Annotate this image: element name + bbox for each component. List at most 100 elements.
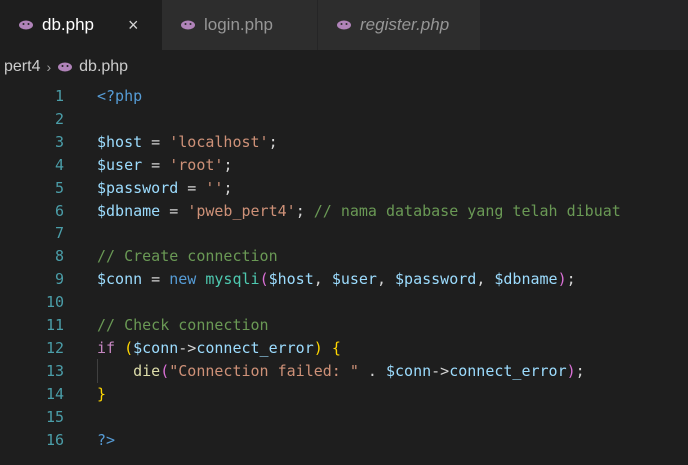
- code-token: }: [97, 384, 107, 403]
- code-token: $user: [331, 270, 377, 289]
- code-editor[interactable]: 1 <?php 2 3 $host = 'localhost'; 4 $user = 'ro…: [0, 84, 688, 465]
- code-token: ,: [313, 270, 332, 289]
- code-text: // Check connection: [97, 313, 269, 337]
- code-line[interactable]: 12 if ($conn->connect_error) {: [0, 336, 688, 360]
- code-line[interactable]: 2: [0, 107, 688, 131]
- line-number: 10: [45, 293, 64, 312]
- code-token: $conn: [97, 270, 143, 289]
- breadcrumb-file[interactable]: db.php: [79, 58, 128, 76]
- code-text: <?php: [97, 84, 142, 108]
- code-token: $password: [395, 270, 477, 289]
- code-text: die("Connection failed: " . $conn->conne…: [97, 359, 585, 383]
- code-token: $conn: [386, 361, 432, 380]
- line-number: 5: [54, 178, 64, 197]
- code-token: mysqli: [205, 270, 260, 289]
- line-number: 16: [45, 430, 64, 449]
- code-token: $dbname: [494, 270, 558, 289]
- code-token: =: [160, 201, 188, 220]
- code-line[interactable]: 6 $dbname = 'pweb_pert4'; // nama databas…: [0, 199, 688, 223]
- code-token: ;: [268, 132, 278, 151]
- code-token: ): [566, 361, 576, 380]
- code-token: (: [259, 270, 269, 289]
- tab-db-php[interactable]: db.php ×: [0, 0, 162, 50]
- line-number: 9: [54, 270, 64, 289]
- code-token: ;: [575, 361, 585, 380]
- breadcrumb: pert4 › db.php: [0, 50, 688, 84]
- code-text: $user = 'root';: [97, 153, 232, 177]
- line-number: 14: [45, 384, 64, 403]
- tab-login-php[interactable]: login.php: [162, 0, 317, 50]
- tab-bar: db.php × login.php register.php: [0, 0, 688, 50]
- code-line[interactable]: 15: [0, 405, 688, 429]
- code-token: host: [106, 132, 143, 151]
- code-token: =: [142, 270, 170, 289]
- line-number: 12: [45, 338, 64, 357]
- code-text: if ($conn->connect_error) {: [97, 336, 341, 360]
- code-token: (: [160, 361, 170, 380]
- line-number: 13: [45, 361, 64, 380]
- code-token: 'localhost': [169, 132, 269, 151]
- code-token: $user: [97, 155, 143, 174]
- line-number: 7: [54, 224, 64, 243]
- code-token: ?>: [97, 430, 116, 449]
- code-token: =: [142, 155, 170, 174]
- code-text: $dbname = 'pweb_pert4'; // nama database…: [97, 199, 621, 223]
- tab-label: login.php: [204, 15, 274, 34]
- php-elephant-icon: [180, 20, 196, 30]
- code-line[interactable]: 11 // Check connection: [0, 313, 688, 337]
- code-line[interactable]: 3 $host = 'localhost';: [0, 130, 688, 154]
- code-token: die: [133, 361, 161, 380]
- close-icon[interactable]: ×: [128, 15, 139, 36]
- code-token: $conn: [133, 338, 179, 357]
- code-token: ->: [431, 361, 450, 380]
- code-token: new: [169, 270, 197, 289]
- code-line[interactable]: 4 $user = 'root';: [0, 153, 688, 177]
- code-token: {: [331, 338, 341, 357]
- code-line[interactable]: 13 die("Connection failed: " . $conn->co…: [0, 358, 688, 383]
- tab-label: db.php: [42, 15, 94, 34]
- code-token: // Create connection: [97, 247, 278, 266]
- code-token: connect_error: [449, 361, 567, 380]
- code-token: $dbname: [97, 201, 161, 220]
- code-text: $password = '';: [97, 176, 232, 200]
- code-token: $host: [268, 270, 314, 289]
- tab-register-php[interactable]: register.php: [318, 0, 480, 50]
- code-token: $: [97, 132, 107, 151]
- code-line[interactable]: 8 // Create connection: [0, 244, 688, 268]
- code-token: ,: [376, 270, 396, 289]
- code-token: ->: [178, 338, 197, 357]
- code-token: // Check connection: [97, 316, 269, 334]
- code-line[interactable]: 1 <?php: [0, 84, 688, 108]
- code-line[interactable]: 14}: [0, 382, 688, 406]
- code-text: ?>: [97, 428, 115, 452]
- code-token: ;: [566, 270, 576, 289]
- code-line[interactable]: 16 ?>: [0, 428, 688, 452]
- code-text: $conn = new mysqli($host, $user, $passwo…: [97, 267, 576, 291]
- code-line[interactable]: 7: [0, 221, 688, 245]
- code-line[interactable]: 10: [0, 290, 688, 314]
- code-token: ;: [295, 201, 314, 220]
- code-token: // nama database yang telah dibuat: [313, 201, 621, 220]
- code-token: 'root': [169, 155, 224, 174]
- code-token: (: [124, 338, 134, 357]
- code-token: =: [178, 178, 206, 197]
- line-number: 15: [45, 407, 64, 426]
- code-token: ): [313, 338, 323, 357]
- php-elephant-icon: [18, 20, 34, 30]
- breadcrumb-folder[interactable]: pert4: [4, 58, 40, 76]
- code-text: $host = 'localhost';: [97, 130, 278, 154]
- code-line[interactable]: 5 $password = '';: [0, 176, 688, 200]
- code-token: 'pweb_pert4': [187, 201, 296, 220]
- line-number: 2: [54, 109, 64, 128]
- code-token: "Connection failed: ": [169, 361, 359, 380]
- code-token: connect_error: [196, 338, 314, 357]
- php-elephant-icon: [57, 62, 73, 72]
- line-number: 11: [45, 316, 64, 334]
- line-number: 6: [54, 201, 64, 220]
- code-text: }: [97, 382, 106, 406]
- code-token: '': [205, 178, 224, 197]
- code-line[interactable]: 9 $conn = new mysqli($host, $user, $passw…: [0, 267, 688, 291]
- line-number: 8: [54, 247, 64, 266]
- code-text: // Create connection: [97, 244, 278, 268]
